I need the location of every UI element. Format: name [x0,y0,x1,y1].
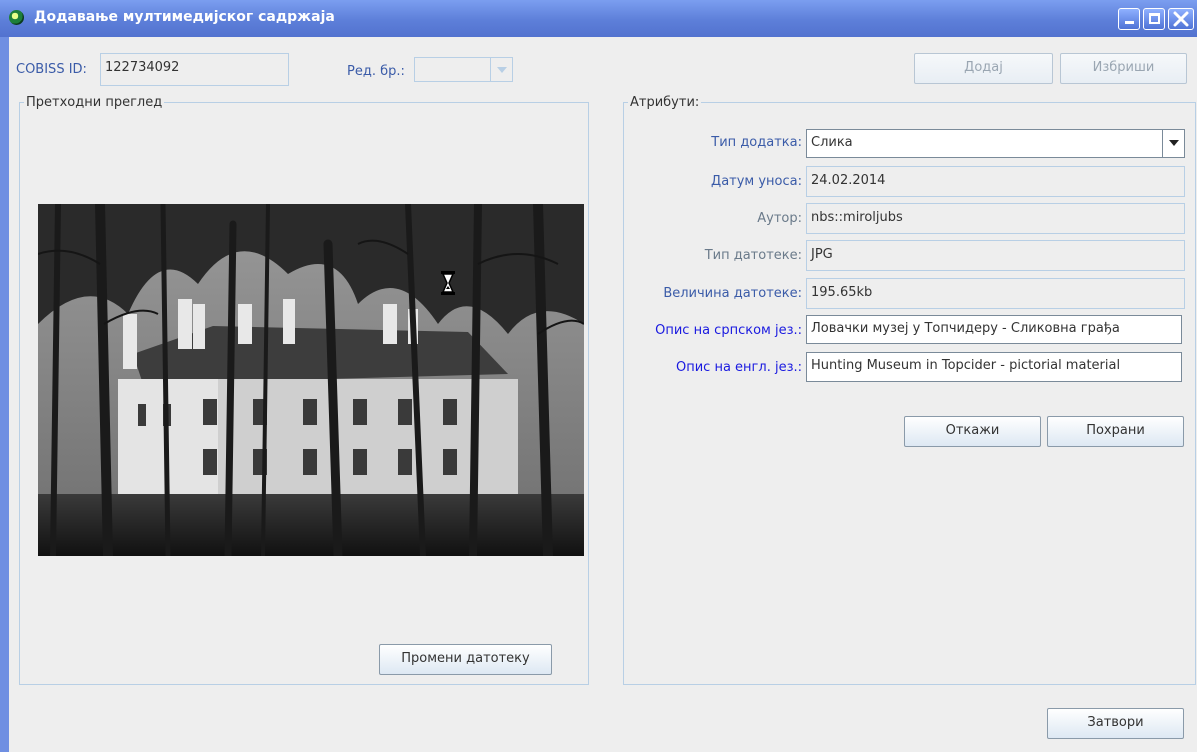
author-field[interactable]: nbs::miroljubs [806,203,1185,234]
window-left-border [0,37,9,752]
red-br-combobox[interactable] [414,57,513,82]
desc-en-label: Опис на енгл. јез.: [676,360,802,375]
preview-image [38,204,584,556]
chevron-down-icon[interactable] [1162,130,1184,157]
author-label: Аутор: [757,211,802,226]
type-label: Тип додатка: [711,135,802,150]
close-button[interactable]: Затвори [1047,708,1184,739]
app-globe-icon [9,10,24,25]
add-button[interactable]: Додај [914,53,1053,84]
delete-button[interactable]: Избриши [1060,53,1187,84]
chevron-down-icon[interactable] [490,58,512,81]
filesize-label: Величина датотеке: [663,286,802,301]
filetype-value: JPG [811,247,833,262]
desc-sr-label: Опис на српском јез.: [655,323,802,338]
date-field[interactable]: 24.02.2014 [806,166,1185,197]
close-window-button[interactable] [1168,8,1194,30]
cancel-button[interactable]: Откажи [904,416,1041,447]
change-file-button[interactable]: Промени датотеку [379,644,552,675]
filetype-label: Тип датотеке: [704,248,802,263]
hourglass-cursor-icon [441,271,455,295]
save-button[interactable]: Похрани [1047,416,1184,447]
type-combobox[interactable]: Слика [806,129,1185,158]
desc-sr-value: Ловачки музеј у Топчидеру - Сликовна гра… [811,321,1120,336]
close-icon [1173,11,1189,27]
window-title: Додавање мултимедијског садржаја [34,9,335,25]
author-value: nbs::miroljubs [811,210,903,225]
desc-en-input[interactable]: Hunting Museum in Topcider - pictorial m… [806,352,1182,382]
date-value: 24.02.2014 [811,173,886,188]
title-bar[interactable]: Додавање мултимедијског садржаја [0,0,1197,37]
desc-en-value: Hunting Museum in Topcider - pictorial m… [811,358,1121,373]
maximize-icon [1149,13,1160,24]
museum-photo [38,204,584,556]
cobiss-id-label: COBISS ID: [16,62,87,77]
filesize-value: 195.65kb [811,285,873,300]
attributes-group-title: Атрибути: [630,95,700,110]
preview-group-title: Претходни преглед [26,95,163,110]
date-label: Датум уноса: [711,174,802,189]
dialog-window: Додавање мултимедијског садржаја COBISS … [0,0,1197,752]
filetype-field[interactable]: JPG [806,240,1185,271]
cobiss-id-value: 122734092 [105,60,180,75]
filesize-field[interactable]: 195.65kb [806,278,1185,309]
type-value: Слика [811,135,853,150]
desc-sr-input[interactable]: Ловачки музеј у Топчидеру - Сликовна гра… [806,315,1182,344]
minimize-button[interactable] [1118,8,1140,30]
minimize-icon [1125,21,1134,24]
red-br-label: Ред. бр.: [347,64,405,79]
cobiss-id-field[interactable]: 122734092 [100,53,289,86]
maximize-button[interactable] [1143,8,1165,30]
